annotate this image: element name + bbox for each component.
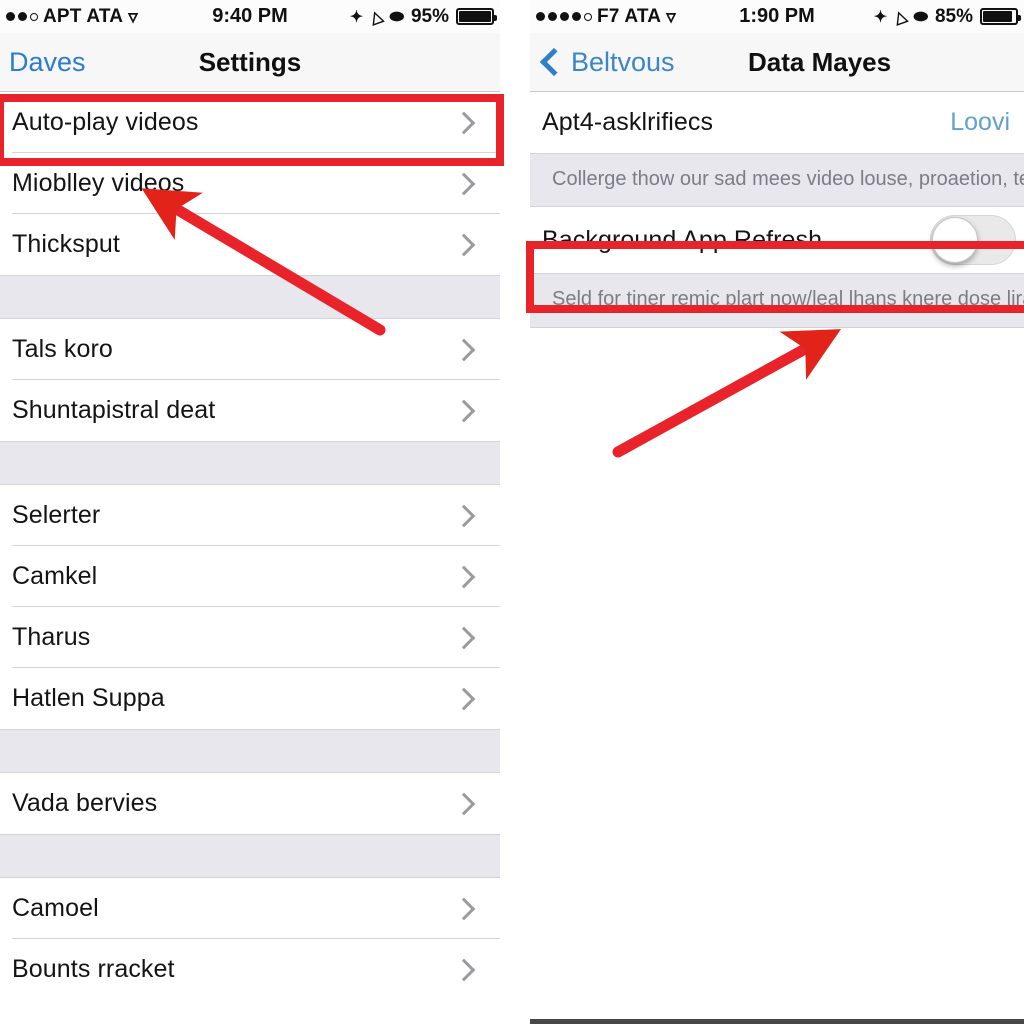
signal-dot-filled: [536, 12, 545, 21]
signal-dot-filled: [18, 12, 27, 21]
settings-row-label: Mioblley videos: [12, 169, 185, 197]
row-label: Apt4-asklrifiecs: [542, 108, 714, 136]
settings-row-label: Hatlen Suppa: [12, 684, 165, 712]
alarm-icon: ✦: [349, 8, 364, 26]
back-button-label: Daves: [9, 46, 86, 77]
left-status-bar: APT ATA ▿︎ 9:40 PM ✦ △ ⬬ 95%: [0, 0, 500, 33]
battery-percent-label: 95%: [410, 5, 449, 27]
status-bar-right-group: ✦ △ ⬬ 95%: [349, 5, 497, 28]
location-arrow-icon: △: [367, 6, 386, 28]
carrier-label: APT ATA: [43, 5, 124, 27]
settings-row-label: Vada bervies: [12, 789, 158, 817]
section-gap: [0, 834, 500, 878]
status-bar-right-group: ✦ △ ⬬ 85%: [873, 5, 1021, 28]
settings-row[interactable]: Vada bervies: [0, 773, 500, 834]
panel-bottom-rule: [530, 1019, 1024, 1024]
chevron-right-icon: [452, 958, 476, 981]
settings-row[interactable]: Shuntapistral deat: [0, 380, 500, 441]
right-phone-panel: F7 ATA ▿︎ 1:90 PM ✦ △ ⬬ 85% Beltvous Dat…: [530, 0, 1024, 1024]
back-button-daves[interactable]: Daves: [0, 47, 86, 78]
footnote-text-upper: Collerge thow our sad mees video louse, …: [530, 153, 1024, 208]
status-bar-left-group: APT ATA ▿︎: [6, 6, 138, 28]
background-app-refresh-toggle[interactable]: [930, 215, 1016, 266]
chevron-right-icon: [452, 172, 476, 195]
chevron-left-icon: [539, 47, 569, 77]
carrier-label: F7 ATA: [597, 5, 662, 27]
screenshot-root: APT ATA ▿︎ 9:40 PM ✦ △ ⬬ 95% Daves Setti…: [0, 0, 1024, 1024]
battery-percent-label: 85%: [934, 5, 973, 27]
left-nav-bar: Daves Settings: [0, 33, 500, 92]
left-phone-panel: APT ATA ▿︎ 9:40 PM ✦ △ ⬬ 95% Daves Setti…: [0, 0, 500, 1024]
row-background-app-refresh[interactable]: Background App Refresh: [530, 207, 1024, 274]
settings-row-label: Bounts rracket: [12, 955, 175, 983]
settings-row[interactable]: Camkel: [0, 546, 500, 607]
bluetooth-icon: ⬬: [389, 6, 404, 26]
chevron-right-icon: [452, 626, 476, 649]
signal-dot-filled: [6, 12, 15, 21]
settings-row-label: Thicksput: [12, 230, 120, 258]
signal-strength-dots: [6, 12, 38, 21]
settings-list: Auto-play videos Mioblley videos Thicksput…: [0, 92, 500, 1000]
chevron-right-icon: [452, 111, 476, 134]
settings-row[interactable]: Auto-play videos: [0, 92, 500, 153]
signal-dot-hollow: [584, 12, 592, 21]
battery-icon: [456, 8, 497, 25]
bluetooth-icon: ⬬: [913, 6, 928, 26]
settings-row[interactable]: Tharus: [0, 607, 500, 668]
battery-fill: [983, 11, 1012, 22]
settings-row-label: Camkel: [12, 562, 98, 590]
alarm-icon: ✦: [873, 8, 888, 26]
settings-row-label: Shuntapistral deat: [12, 396, 216, 424]
section-gap: [0, 275, 500, 319]
location-arrow-icon: △: [891, 6, 910, 28]
settings-row-label: Auto-play videos: [12, 108, 199, 136]
wifi-icon: ▿︎: [666, 7, 676, 28]
settings-row-label: Tharus: [12, 623, 91, 651]
status-bar-left-group: F7 ATA ▿︎: [536, 6, 676, 28]
chevron-right-icon: [452, 504, 476, 527]
settings-row[interactable]: Camoel: [0, 878, 500, 939]
battery-icon: [980, 8, 1021, 25]
row-value-link[interactable]: Loovi: [950, 108, 1010, 137]
chevron-right-icon: [452, 399, 476, 422]
back-button-label: Beltvous: [571, 46, 675, 77]
row-label: Background App Refresh: [542, 225, 823, 254]
row-apt4-asklrifiecs[interactable]: Apt4-asklrifiecs Loovi: [530, 92, 1024, 153]
chevron-right-icon: [452, 897, 476, 920]
chevron-right-icon: [452, 233, 476, 256]
footnote-text-lower: Seld for tiner remic plart now/leal lhan…: [530, 273, 1024, 328]
settings-row[interactable]: Mioblley videos: [0, 153, 500, 214]
section-gap: [0, 729, 500, 773]
settings-row-label: Camoel: [12, 894, 99, 922]
section-gap: [0, 441, 500, 485]
right-status-bar: F7 ATA ▿︎ 1:90 PM ✦ △ ⬬ 85%: [530, 0, 1024, 33]
settings-row-label: Selerter: [12, 501, 101, 529]
settings-row[interactable]: Bounts rracket: [0, 939, 500, 1000]
settings-row[interactable]: Selerter: [0, 485, 500, 546]
signal-dot-filled: [560, 12, 569, 21]
wifi-icon: ▿︎: [128, 7, 138, 28]
signal-dot-filled: [572, 12, 581, 21]
chevron-right-icon: [452, 792, 476, 815]
settings-row[interactable]: Tals koro: [0, 319, 500, 380]
settings-row[interactable]: Hatlen Suppa: [0, 668, 500, 729]
page-title: Data Mayes: [748, 46, 892, 77]
settings-row-label: Tals koro: [12, 335, 113, 363]
settings-row[interactable]: Thicksput: [0, 214, 500, 275]
chevron-right-icon: [452, 565, 476, 588]
signal-dot-hollow: [30, 12, 38, 21]
chevron-right-icon: [452, 687, 476, 710]
signal-dot-filled: [548, 12, 557, 21]
signal-strength-dots: [536, 12, 592, 21]
back-button-beltvous[interactable]: Beltvous: [530, 47, 675, 78]
right-nav-bar: Beltvous Data Mayes: [530, 33, 1024, 92]
chevron-right-icon: [452, 338, 476, 361]
battery-fill: [459, 11, 492, 22]
panel-divider: [500, 0, 530, 1024]
